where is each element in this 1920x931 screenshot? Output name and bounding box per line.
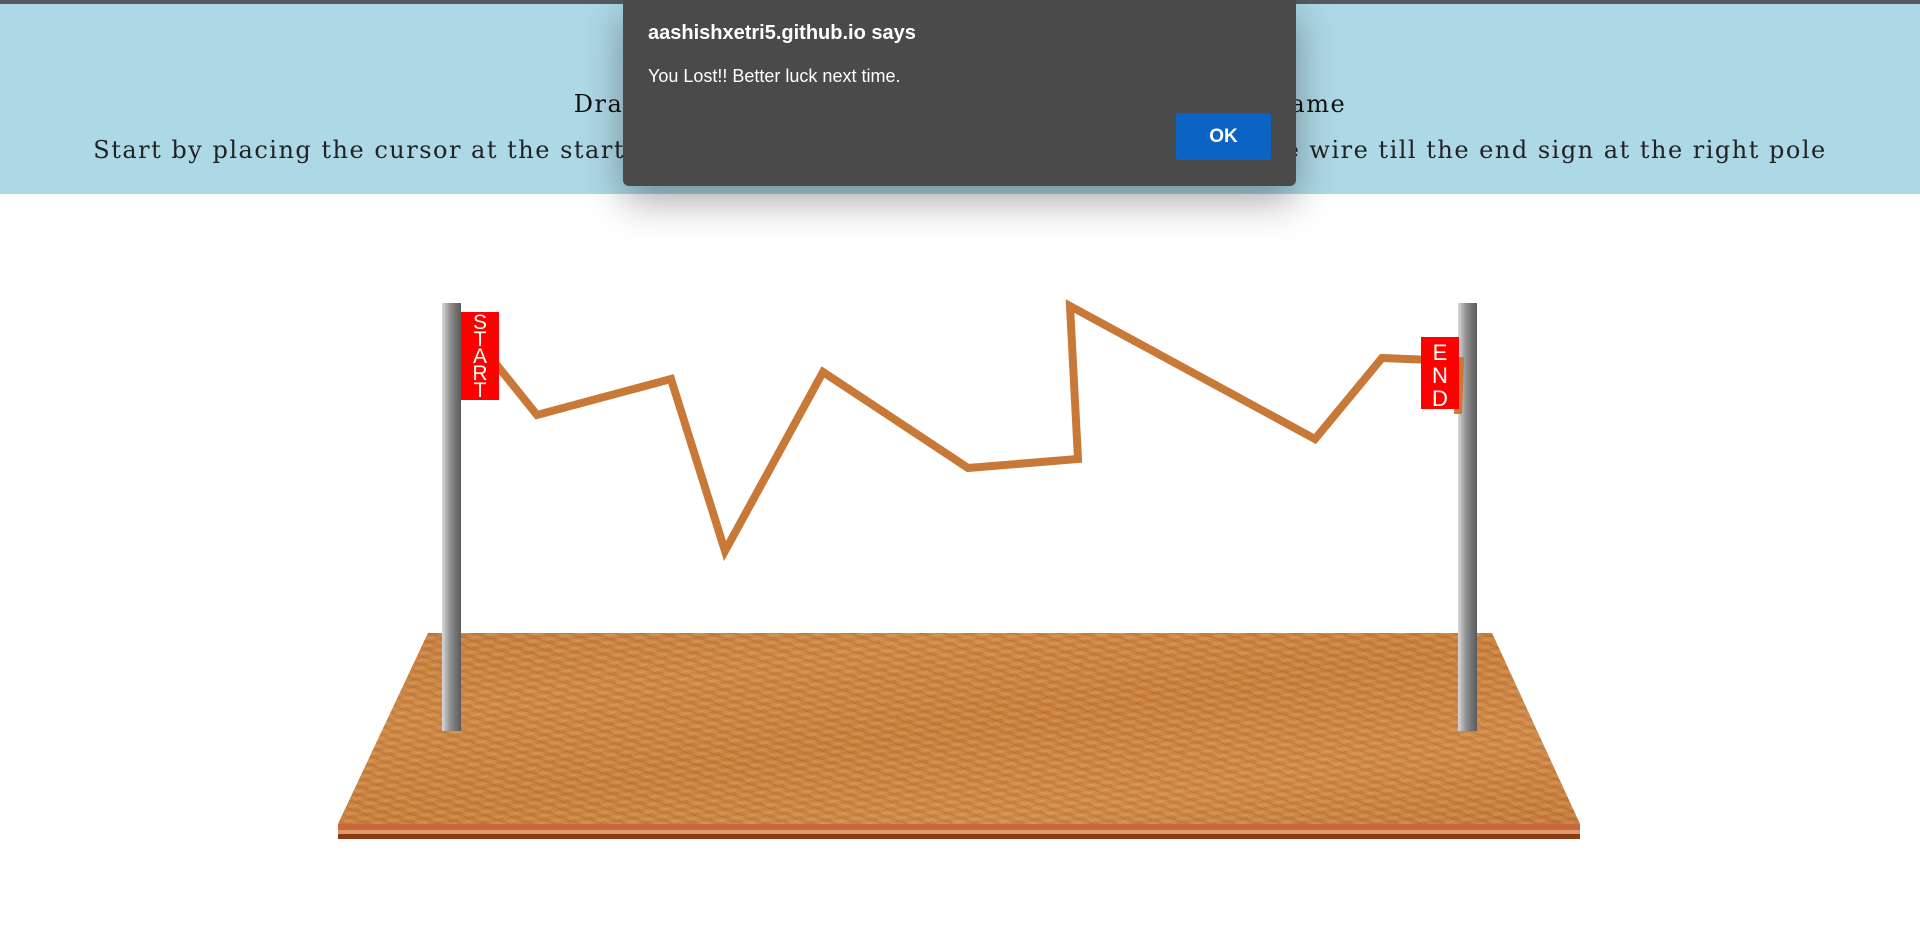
wooden-board [338, 633, 1580, 839]
sign-letter: D [1432, 386, 1448, 411]
game-area[interactable]: START END [0, 194, 1920, 931]
start-sign-label: START [472, 311, 487, 402]
subtitle-left-text: Start by placing the cursor at the start… [93, 136, 635, 164]
buzz-wire[interactable] [492, 299, 1465, 562]
start-pole [442, 303, 461, 731]
end-sign[interactable]: END [1421, 337, 1459, 411]
subtitle-right-text: e wire till the end sign at the right po… [1284, 136, 1827, 164]
start-sign[interactable]: START [461, 311, 499, 402]
end-sign-label: END [1432, 340, 1448, 411]
sign-letter: E [1433, 340, 1448, 365]
alert-origin: aashishxetri5.github.io says [648, 22, 916, 44]
sign-letter: T [474, 379, 487, 402]
sign-letter: N [1432, 363, 1448, 388]
ok-button[interactable]: OK [1176, 113, 1271, 160]
game-scene: START END [338, 299, 1580, 839]
alert-message: You Lost!! Better luck next time. [648, 66, 901, 86]
